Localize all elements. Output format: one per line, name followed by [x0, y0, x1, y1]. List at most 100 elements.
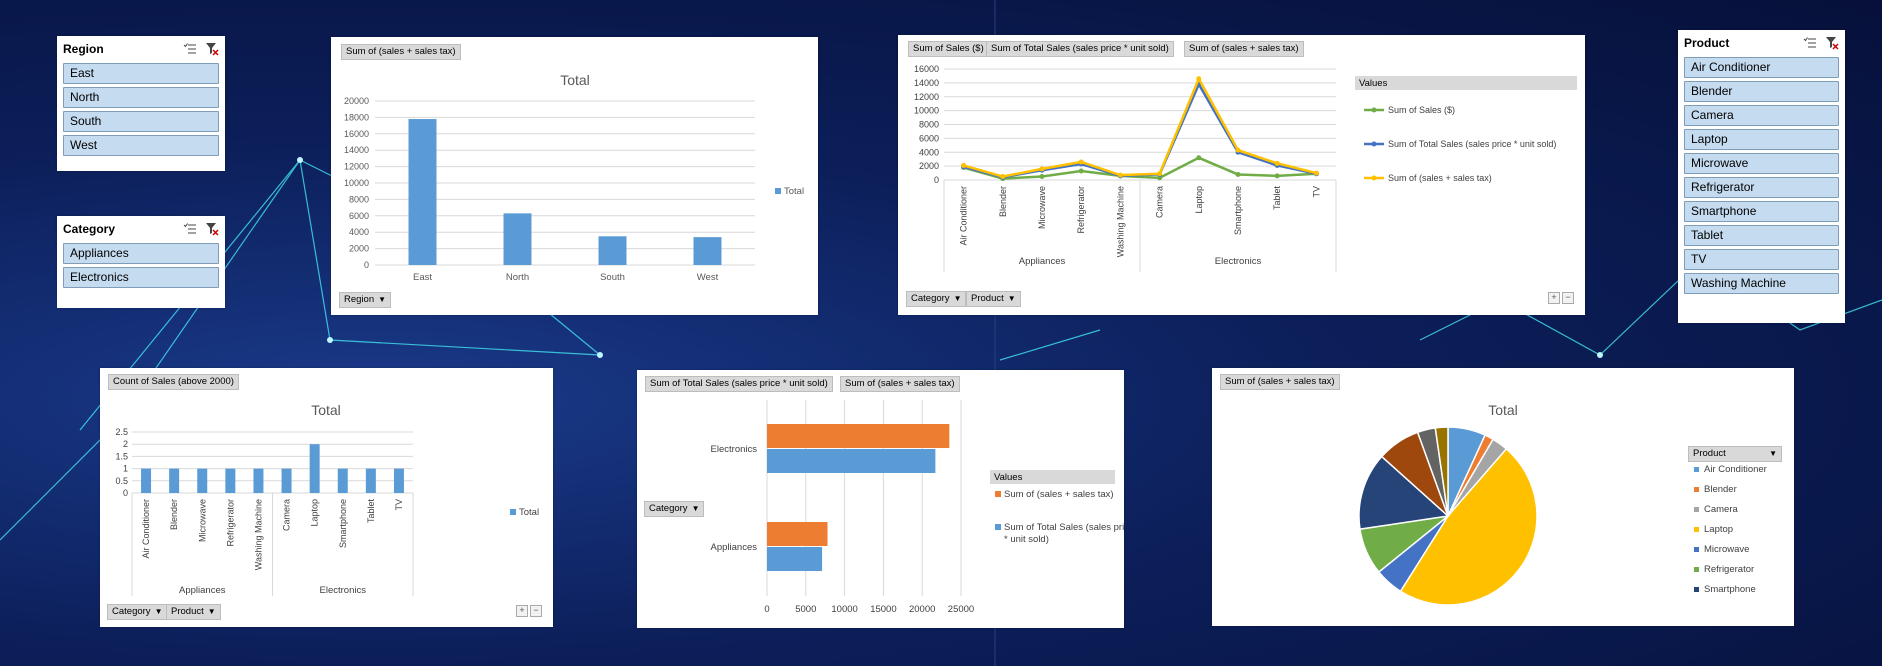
x-tick-label: Refrigerator — [1076, 186, 1086, 234]
x-tick-label: Laptop — [1194, 186, 1204, 214]
bar — [693, 237, 722, 265]
bar — [197, 468, 208, 493]
product-legend-button[interactable]: Product ▼ — [1688, 446, 1782, 462]
region-axis-button[interactable]: Region ▼ — [339, 292, 392, 308]
product-slicer-item[interactable]: Microwave — [1684, 153, 1839, 174]
x-tick-label: Tablet — [366, 499, 376, 524]
multi-select-icon[interactable] — [183, 42, 197, 56]
category-axis-button[interactable]: Category ▼ — [644, 501, 705, 517]
collapse-button[interactable]: − — [530, 605, 542, 617]
product-axis-button[interactable]: Product ▼ — [166, 604, 221, 620]
product-axis-button[interactable]: Product ▼ — [966, 291, 1021, 307]
data-point — [1117, 172, 1123, 178]
region-slicer-item[interactable]: South — [63, 111, 219, 132]
x-tick-label: Washing Machine — [253, 499, 263, 570]
product-slicer-item[interactable]: Washing Machine — [1684, 273, 1839, 294]
region-bar-plot: Total 0 2000 4000 6000 8000 10000 12000 14000 160… — [344, 72, 804, 283]
clear-filter-icon[interactable] — [205, 222, 219, 236]
bar — [337, 468, 348, 493]
legend-label: Total — [784, 186, 804, 197]
product-slicer-item[interactable]: Air Conditioner — [1684, 57, 1839, 78]
y-tick-label: 16000 — [344, 129, 369, 139]
y-tick-label: 10000 — [914, 106, 939, 116]
data-point — [1274, 173, 1280, 179]
clear-filter-icon[interactable] — [1825, 36, 1839, 50]
bar — [767, 547, 823, 571]
legend-label: Total — [519, 507, 539, 518]
product-slicer-item[interactable]: Blender — [1684, 81, 1839, 102]
product-slicer-item[interactable]: Tablet — [1684, 225, 1839, 246]
expand-button[interactable]: + — [516, 605, 528, 617]
region-slicer-item[interactable]: East — [63, 63, 219, 84]
category-axis-button[interactable]: Category ▼ — [906, 291, 967, 307]
y-tick-label: 0 — [123, 488, 128, 498]
product-pie-plot: Total Air Conditioner Blender Camera Laptop M… — [1358, 402, 1767, 606]
x-tick-label: East — [413, 272, 432, 283]
y-tick-label: 18000 — [344, 112, 369, 122]
sales-tax-field-button[interactable]: Sum of (sales + sales tax) — [840, 376, 960, 392]
category-slicer-item[interactable]: Electronics — [63, 267, 219, 288]
multi-select-icon[interactable] — [1803, 36, 1817, 50]
y-tick-label: 6000 — [919, 133, 939, 143]
legend-swatch — [775, 188, 781, 194]
bar — [281, 468, 292, 493]
sales-tax-field-button[interactable]: Sum of (sales + sales tax) — [1184, 41, 1304, 57]
legend-label: Sum of Total Sales (sales price * unit s… — [1388, 139, 1556, 149]
product-slicer-item[interactable]: Refrigerator — [1684, 177, 1839, 198]
x-tick-label: TV — [394, 499, 404, 511]
multi-select-icon[interactable] — [183, 222, 197, 236]
data-point — [1078, 159, 1084, 165]
data-point — [1078, 168, 1084, 174]
x-tick-label: Camera — [282, 499, 292, 531]
y-tick-label: 1 — [123, 464, 128, 474]
count-field-button[interactable]: Count of Sales (above 2000) — [108, 374, 239, 390]
product-slicer-item[interactable]: TV — [1684, 249, 1839, 270]
region-slicer-item[interactable]: North — [63, 87, 219, 108]
legend-title-bar — [1355, 76, 1577, 90]
product-line-chart: Sum of Sales ($) Sum of Total Sales (sal… — [898, 35, 1585, 315]
region-bar-chart: Sum of (sales + sales tax) Total 0 2000 400… — [331, 37, 818, 315]
legend-swatch — [1694, 547, 1699, 552]
category-slicer-item[interactable]: Appliances — [63, 243, 219, 264]
product-slicer-item[interactable]: Smartphone — [1684, 201, 1839, 222]
data-point — [1157, 171, 1163, 177]
legend-swatch — [1694, 487, 1699, 492]
category-axis-button[interactable]: Category ▼ — [107, 604, 168, 620]
x-tick-label: Air Conditioner — [959, 186, 969, 246]
legend-label: Smartphone — [1704, 584, 1756, 595]
y-tick-label: 2 — [123, 439, 128, 449]
bar — [309, 444, 320, 493]
total-sales-field-button[interactable]: Sum of Total Sales (sales price * unit s… — [986, 41, 1174, 57]
x-tick-label: 15000 — [870, 604, 896, 615]
data-point — [1196, 76, 1202, 82]
bar — [393, 468, 404, 493]
chart-title: Total — [311, 402, 341, 418]
y-tick-label: 6000 — [349, 211, 369, 221]
legend-title: Values — [994, 472, 1023, 483]
legend-marker — [1371, 107, 1377, 113]
data-point — [1196, 155, 1202, 161]
total-sales-field-button[interactable]: Sum of Total Sales (sales price * unit s… — [645, 376, 833, 392]
clear-filter-icon[interactable] — [205, 42, 219, 56]
collapse-button[interactable]: − — [1562, 292, 1574, 304]
y-tick-label: Appliances — [711, 542, 758, 553]
x-tick-label: Tablet — [1272, 186, 1282, 211]
product-slicer-item[interactable]: Laptop — [1684, 129, 1839, 150]
sales-field-button[interactable]: Sum of Sales ($) — [908, 41, 989, 57]
x-tick-label: Smartphone — [1233, 186, 1243, 235]
group-label: Appliances — [1019, 256, 1066, 267]
value-field-button[interactable]: Sum of (sales + sales tax) — [1220, 374, 1340, 390]
legend-swatch — [1694, 507, 1699, 512]
data-point — [1235, 147, 1241, 153]
category-hbar-chart: Sum of Total Sales (sales price * unit s… — [637, 370, 1137, 628]
region-slicer-item[interactable]: West — [63, 135, 219, 156]
legend-swatch — [510, 509, 516, 515]
product-slicer-item[interactable]: Camera — [1684, 105, 1839, 126]
x-tick-label: West — [697, 272, 719, 283]
legend-swatch — [1694, 567, 1699, 572]
y-tick-label: 12000 — [344, 162, 369, 172]
bar — [767, 424, 950, 448]
x-tick-label: TV — [1311, 186, 1321, 198]
value-field-button[interactable]: Sum of (sales + sales tax) — [341, 44, 461, 60]
expand-button[interactable]: + — [1548, 292, 1560, 304]
